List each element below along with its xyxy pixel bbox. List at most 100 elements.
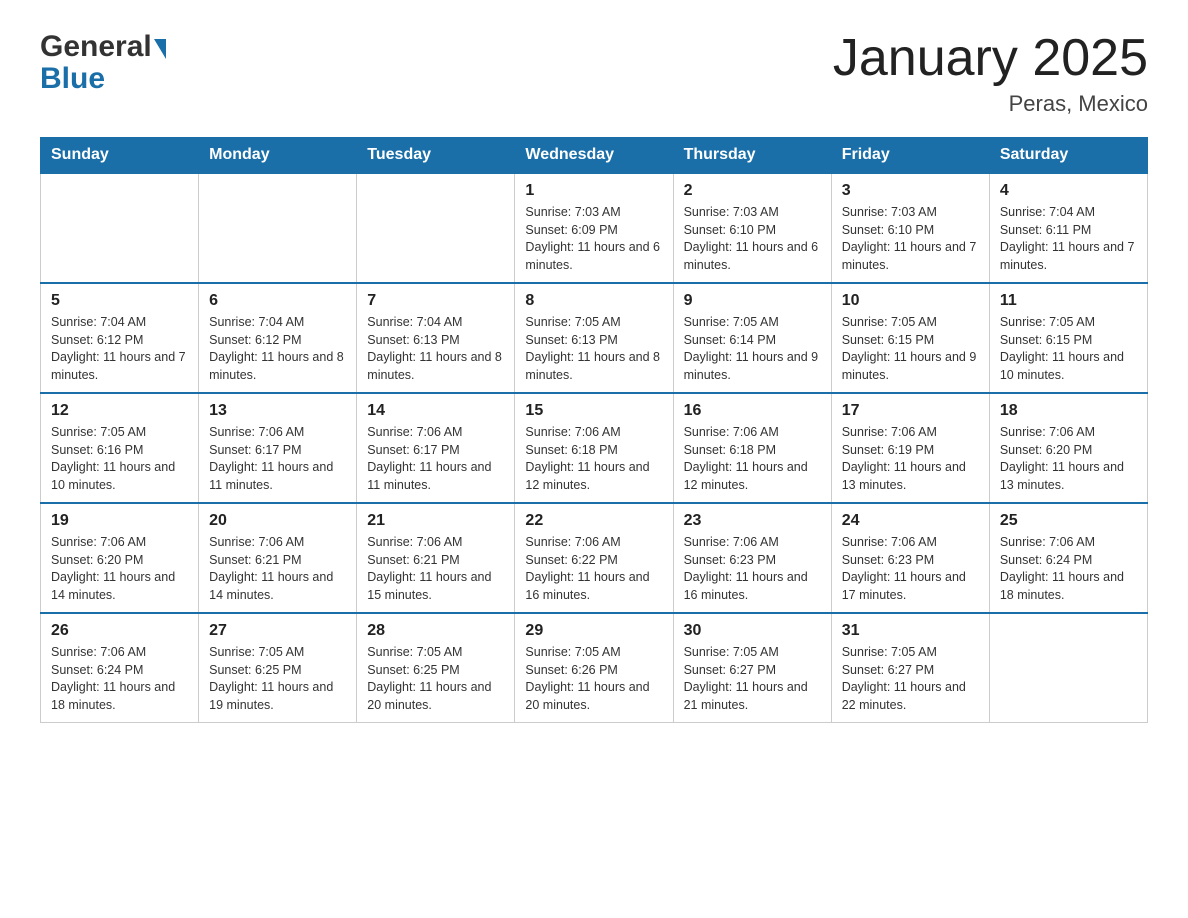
- calendar-cell: 18Sunrise: 7:06 AMSunset: 6:20 PMDayligh…: [989, 393, 1147, 503]
- calendar-cell: 26 Sunrise: 7:06 AMSunset: 6:24 PMDayligh…: [41, 613, 199, 723]
- day-number: 7: [367, 292, 504, 310]
- day-number: 15: [525, 402, 662, 420]
- day-number: 27: [209, 622, 346, 640]
- day-number: 30: [684, 622, 821, 640]
- calendar-cell: 4 Sunrise: 7:04 AMSunset: 6:11 PMDaylight…: [989, 173, 1147, 283]
- calendar-cell: 23 Sunrise: 7:06 AMSunset: 6:23 PMDayligh…: [673, 503, 831, 613]
- calendar-cell: 30 Sunrise: 7:05 AMSunset: 6:27 PMDayligh…: [673, 613, 831, 723]
- calendar-cell: 10 Sunrise: 7:05 AMSunset: 6:15 PMDayligh…: [831, 283, 989, 393]
- day-number: 11: [1000, 292, 1137, 310]
- calendar-day-header: Thursday: [673, 138, 831, 174]
- calendar-header-row: SundayMondayTuesdayWednesdayThursdayFrid…: [41, 138, 1148, 174]
- calendar-cell: 13Sunrise: 7:06 AMSunset: 6:17 PMDayligh…: [199, 393, 357, 503]
- day-info: Sunrise: 7:06 AMSunset: 6:21 PMDaylight:…: [367, 534, 504, 604]
- calendar-cell: 6Sunrise: 7:04 AMSunset: 6:12 PMDaylight…: [199, 283, 357, 393]
- day-number: 3: [842, 182, 979, 200]
- week-row: 19 Sunrise: 7:06 AMSunset: 6:20 PMDayligh…: [41, 503, 1148, 613]
- day-info: Sunrise: 7:06 AMSunset: 6:20 PMDaylight:…: [51, 534, 188, 604]
- calendar-cell: 29 Sunrise: 7:05 AMSunset: 6:26 PMDayligh…: [515, 613, 673, 723]
- day-info: Sunrise: 7:06 AMSunset: 6:18 PMDaylight:…: [684, 424, 821, 494]
- day-number: 4: [1000, 182, 1137, 200]
- day-number: 16: [684, 402, 821, 420]
- calendar-cell: 20 Sunrise: 7:06 AMSunset: 6:21 PMDayligh…: [199, 503, 357, 613]
- day-number: 18: [1000, 402, 1137, 420]
- day-number: 23: [684, 512, 821, 530]
- day-info: Sunrise: 7:06 AMSunset: 6:23 PMDaylight:…: [842, 534, 979, 604]
- title-section: January 2025 Peras, Mexico: [833, 30, 1148, 117]
- calendar-day-header: Wednesday: [515, 138, 673, 174]
- day-info: Sunrise: 7:05 AMSunset: 6:27 PMDaylight:…: [842, 644, 979, 714]
- calendar-cell: 5 Sunrise: 7:04 AMSunset: 6:12 PMDaylight…: [41, 283, 199, 393]
- calendar-cell: [199, 173, 357, 283]
- day-number: 10: [842, 292, 979, 310]
- day-info: Sunrise: 7:05 AMSunset: 6:16 PMDaylight:…: [51, 424, 188, 494]
- day-number: 14: [367, 402, 504, 420]
- day-number: 31: [842, 622, 979, 640]
- day-number: 12: [51, 402, 188, 420]
- calendar-day-header: Tuesday: [357, 138, 515, 174]
- week-row: 1 Sunrise: 7:03 AMSunset: 6:09 PMDaylight…: [41, 173, 1148, 283]
- calendar-cell: 3 Sunrise: 7:03 AMSunset: 6:10 PMDaylight…: [831, 173, 989, 283]
- day-info: Sunrise: 7:04 AMSunset: 6:12 PMDaylight:…: [51, 314, 188, 384]
- calendar-cell: 24Sunrise: 7:06 AMSunset: 6:23 PMDayligh…: [831, 503, 989, 613]
- calendar-cell: 7 Sunrise: 7:04 AMSunset: 6:13 PMDaylight…: [357, 283, 515, 393]
- calendar-cell: 1 Sunrise: 7:03 AMSunset: 6:09 PMDaylight…: [515, 173, 673, 283]
- day-info: Sunrise: 7:03 AMSunset: 6:10 PMDaylight:…: [684, 204, 821, 274]
- day-info: Sunrise: 7:06 AMSunset: 6:23 PMDaylight:…: [684, 534, 821, 604]
- calendar-day-header: Monday: [199, 138, 357, 174]
- day-number: 21: [367, 512, 504, 530]
- calendar-cell: 22 Sunrise: 7:06 AMSunset: 6:22 PMDayligh…: [515, 503, 673, 613]
- day-number: 22: [525, 512, 662, 530]
- calendar-cell: 16 Sunrise: 7:06 AMSunset: 6:18 PMDayligh…: [673, 393, 831, 503]
- day-info: Sunrise: 7:04 AMSunset: 6:13 PMDaylight:…: [367, 314, 504, 384]
- day-info: Sunrise: 7:05 AMSunset: 6:26 PMDaylight:…: [525, 644, 662, 714]
- day-info: Sunrise: 7:06 AMSunset: 6:18 PMDaylight:…: [525, 424, 662, 494]
- day-info: Sunrise: 7:06 AMSunset: 6:24 PMDaylight:…: [1000, 534, 1137, 604]
- day-info: Sunrise: 7:06 AMSunset: 6:17 PMDaylight:…: [367, 424, 504, 494]
- calendar-day-header: Friday: [831, 138, 989, 174]
- location-label: Peras, Mexico: [833, 91, 1148, 117]
- calendar-cell: 19 Sunrise: 7:06 AMSunset: 6:20 PMDayligh…: [41, 503, 199, 613]
- day-info: Sunrise: 7:06 AMSunset: 6:19 PMDaylight:…: [842, 424, 979, 494]
- day-info: Sunrise: 7:06 AMSunset: 6:24 PMDaylight:…: [51, 644, 188, 714]
- day-info: Sunrise: 7:03 AMSunset: 6:09 PMDaylight:…: [525, 204, 662, 274]
- week-row: 5 Sunrise: 7:04 AMSunset: 6:12 PMDaylight…: [41, 283, 1148, 393]
- day-number: 6: [209, 292, 346, 310]
- day-info: Sunrise: 7:05 AMSunset: 6:14 PMDaylight:…: [684, 314, 821, 384]
- day-info: Sunrise: 7:04 AMSunset: 6:11 PMDaylight:…: [1000, 204, 1137, 274]
- day-info: Sunrise: 7:05 AMSunset: 6:25 PMDaylight:…: [209, 644, 346, 714]
- day-info: Sunrise: 7:05 AMSunset: 6:25 PMDaylight:…: [367, 644, 504, 714]
- calendar-cell: [357, 173, 515, 283]
- calendar-cell: 15 Sunrise: 7:06 AMSunset: 6:18 PMDayligh…: [515, 393, 673, 503]
- day-info: Sunrise: 7:06 AMSunset: 6:17 PMDaylight:…: [209, 424, 346, 494]
- calendar-cell: 2Sunrise: 7:03 AMSunset: 6:10 PMDaylight…: [673, 173, 831, 283]
- day-info: Sunrise: 7:05 AMSunset: 6:15 PMDaylight:…: [842, 314, 979, 384]
- day-info: Sunrise: 7:06 AMSunset: 6:22 PMDaylight:…: [525, 534, 662, 604]
- calendar-table: SundayMondayTuesdayWednesdayThursdayFrid…: [40, 137, 1148, 723]
- calendar-cell: 8Sunrise: 7:05 AMSunset: 6:13 PMDaylight…: [515, 283, 673, 393]
- day-info: Sunrise: 7:05 AMSunset: 6:15 PMDaylight:…: [1000, 314, 1137, 384]
- calendar-cell: [989, 613, 1147, 723]
- day-number: 17: [842, 402, 979, 420]
- calendar-cell: 27 Sunrise: 7:05 AMSunset: 6:25 PMDayligh…: [199, 613, 357, 723]
- day-number: 1: [525, 182, 662, 200]
- day-info: Sunrise: 7:05 AMSunset: 6:27 PMDaylight:…: [684, 644, 821, 714]
- day-number: 28: [367, 622, 504, 640]
- calendar-cell: 31 Sunrise: 7:05 AMSunset: 6:27 PMDayligh…: [831, 613, 989, 723]
- week-row: 26 Sunrise: 7:06 AMSunset: 6:24 PMDayligh…: [41, 613, 1148, 723]
- day-info: Sunrise: 7:06 AMSunset: 6:21 PMDaylight:…: [209, 534, 346, 604]
- day-number: 19: [51, 512, 188, 530]
- calendar-cell: 17 Sunrise: 7:06 AMSunset: 6:19 PMDayligh…: [831, 393, 989, 503]
- calendar-cell: 21 Sunrise: 7:06 AMSunset: 6:21 PMDayligh…: [357, 503, 515, 613]
- calendar-day-header: Saturday: [989, 138, 1147, 174]
- day-info: Sunrise: 7:05 AMSunset: 6:13 PMDaylight:…: [525, 314, 662, 384]
- month-title: January 2025: [833, 30, 1148, 87]
- calendar-cell: 9Sunrise: 7:05 AMSunset: 6:14 PMDaylight…: [673, 283, 831, 393]
- day-number: 29: [525, 622, 662, 640]
- calendar-cell: 12 Sunrise: 7:05 AMSunset: 6:16 PMDayligh…: [41, 393, 199, 503]
- day-info: Sunrise: 7:03 AMSunset: 6:10 PMDaylight:…: [842, 204, 979, 274]
- day-number: 5: [51, 292, 188, 310]
- calendar-cell: [41, 173, 199, 283]
- day-number: 20: [209, 512, 346, 530]
- day-number: 26: [51, 622, 188, 640]
